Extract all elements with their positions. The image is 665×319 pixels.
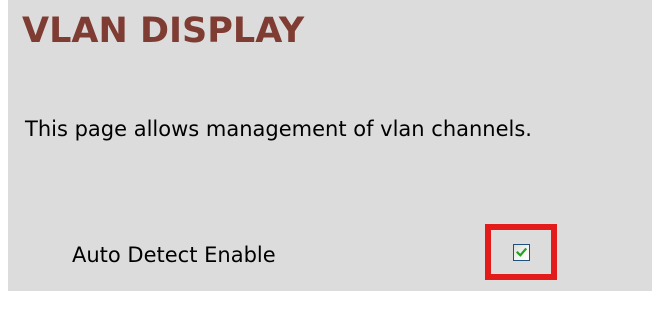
checkmark-icon (516, 247, 527, 257)
auto-detect-label: Auto Detect Enable (72, 243, 276, 267)
vlan-display-panel: VLAN DISPLAY This page allows management… (8, 0, 652, 291)
checkbox-highlight-box (485, 224, 557, 280)
page-description: This page allows management of vlan chan… (25, 117, 532, 141)
auto-detect-checkbox[interactable] (513, 244, 530, 261)
page-title: VLAN DISPLAY (22, 11, 305, 51)
